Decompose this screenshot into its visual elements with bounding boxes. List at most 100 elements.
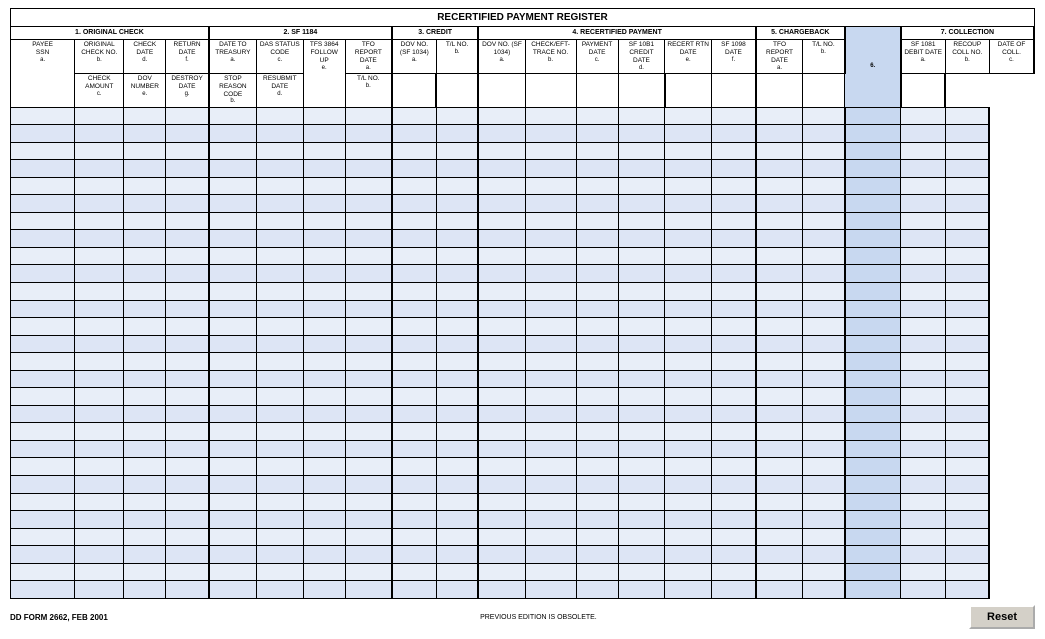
data-cell bbox=[576, 177, 618, 195]
data-cell bbox=[803, 300, 845, 318]
data-cell bbox=[665, 440, 712, 458]
dov-no-header: DOV NO. (SF 1034) a. bbox=[392, 40, 436, 74]
recert-sub-a bbox=[478, 73, 525, 107]
data-cell bbox=[11, 300, 75, 318]
data-cell bbox=[712, 581, 756, 599]
data-cell bbox=[75, 195, 124, 213]
data-cell bbox=[303, 212, 345, 230]
data-cell bbox=[712, 195, 756, 213]
data-cell bbox=[436, 195, 478, 213]
coll-sub-a bbox=[756, 73, 803, 107]
data-cell bbox=[166, 177, 209, 195]
data-rows-container bbox=[11, 107, 1035, 598]
data-cell bbox=[525, 142, 576, 160]
data-cell bbox=[845, 212, 901, 230]
data-cell bbox=[124, 265, 166, 283]
data-cell bbox=[803, 353, 845, 371]
recert-rtn-date-letter: e. bbox=[667, 57, 709, 64]
data-cell bbox=[803, 528, 845, 546]
data-cell bbox=[303, 511, 345, 529]
payee-ssn-letter: a. bbox=[13, 57, 72, 64]
dov-number-letter: e. bbox=[126, 91, 163, 98]
data-cell bbox=[712, 318, 756, 336]
data-cell bbox=[392, 546, 436, 564]
data-cell bbox=[945, 318, 989, 336]
data-cell bbox=[303, 265, 345, 283]
sf-1081-debit-date-header: SF 1081 DEBIT DATE a. bbox=[901, 40, 945, 74]
data-cell bbox=[618, 300, 665, 318]
data-cell bbox=[166, 440, 209, 458]
data-cell bbox=[618, 177, 665, 195]
data-cell bbox=[901, 423, 945, 441]
data-cell bbox=[525, 476, 576, 494]
reset-button[interactable]: Reset bbox=[969, 605, 1035, 629]
tl-no-chargeback-label: T/L NO. bbox=[805, 41, 842, 49]
data-cell bbox=[756, 125, 803, 143]
date-of-coll-letter: c. bbox=[992, 57, 1031, 64]
data-cell bbox=[209, 493, 257, 511]
data-cell bbox=[478, 440, 525, 458]
data-cell bbox=[945, 458, 989, 476]
data-cell bbox=[756, 528, 803, 546]
data-cell bbox=[756, 300, 803, 318]
data-cell bbox=[945, 125, 989, 143]
coll-sub-c bbox=[901, 73, 945, 107]
data-cell bbox=[436, 370, 478, 388]
data-cell bbox=[345, 177, 392, 195]
data-cell bbox=[392, 353, 436, 371]
data-cell bbox=[11, 528, 75, 546]
data-cell bbox=[618, 335, 665, 353]
data-cell bbox=[75, 247, 124, 265]
data-cell bbox=[756, 476, 803, 494]
data-cell bbox=[256, 511, 303, 529]
data-cell bbox=[256, 335, 303, 353]
data-cell bbox=[392, 265, 436, 283]
tfo-report-date-s2-label: TFO REPORT DATE bbox=[348, 41, 389, 64]
data-cell bbox=[901, 212, 945, 230]
data-cell bbox=[945, 546, 989, 564]
data-cell bbox=[392, 423, 436, 441]
data-cell bbox=[845, 318, 901, 336]
data-cell bbox=[124, 283, 166, 301]
data-cell bbox=[11, 283, 75, 301]
data-cell bbox=[303, 318, 345, 336]
data-cell bbox=[665, 563, 712, 581]
data-cell bbox=[665, 458, 712, 476]
data-cell bbox=[166, 160, 209, 178]
data-cell bbox=[901, 388, 945, 406]
data-cell bbox=[11, 107, 75, 125]
data-cell bbox=[11, 160, 75, 178]
data-cell bbox=[525, 370, 576, 388]
data-cell bbox=[166, 511, 209, 529]
data-cell bbox=[803, 230, 845, 248]
data-cell bbox=[209, 265, 257, 283]
section-5-header: 5. CHARGEBACK bbox=[756, 27, 845, 40]
data-cell bbox=[256, 528, 303, 546]
data-cell bbox=[901, 247, 945, 265]
check-date-label: CHECK DATE bbox=[126, 41, 163, 57]
data-cell bbox=[436, 563, 478, 581]
data-cell bbox=[124, 335, 166, 353]
data-cell bbox=[901, 283, 945, 301]
data-cell bbox=[303, 107, 345, 125]
data-cell bbox=[803, 405, 845, 423]
data-cell bbox=[256, 247, 303, 265]
data-cell bbox=[945, 440, 989, 458]
data-cell bbox=[124, 476, 166, 494]
data-cell bbox=[618, 142, 665, 160]
data-cell bbox=[256, 458, 303, 476]
data-cell bbox=[392, 581, 436, 599]
data-cell bbox=[712, 335, 756, 353]
data-cell bbox=[303, 230, 345, 248]
data-cell bbox=[525, 283, 576, 301]
credit-sub-a bbox=[392, 73, 436, 107]
data-cell bbox=[392, 440, 436, 458]
data-cell bbox=[209, 370, 257, 388]
check-amount-letter: c. bbox=[77, 91, 121, 98]
data-cell bbox=[945, 388, 989, 406]
data-cell bbox=[345, 440, 392, 458]
data-cell bbox=[525, 458, 576, 476]
destroy-date-header: DESTROY DATE g. bbox=[166, 73, 209, 107]
data-cell bbox=[392, 335, 436, 353]
data-cell bbox=[436, 142, 478, 160]
